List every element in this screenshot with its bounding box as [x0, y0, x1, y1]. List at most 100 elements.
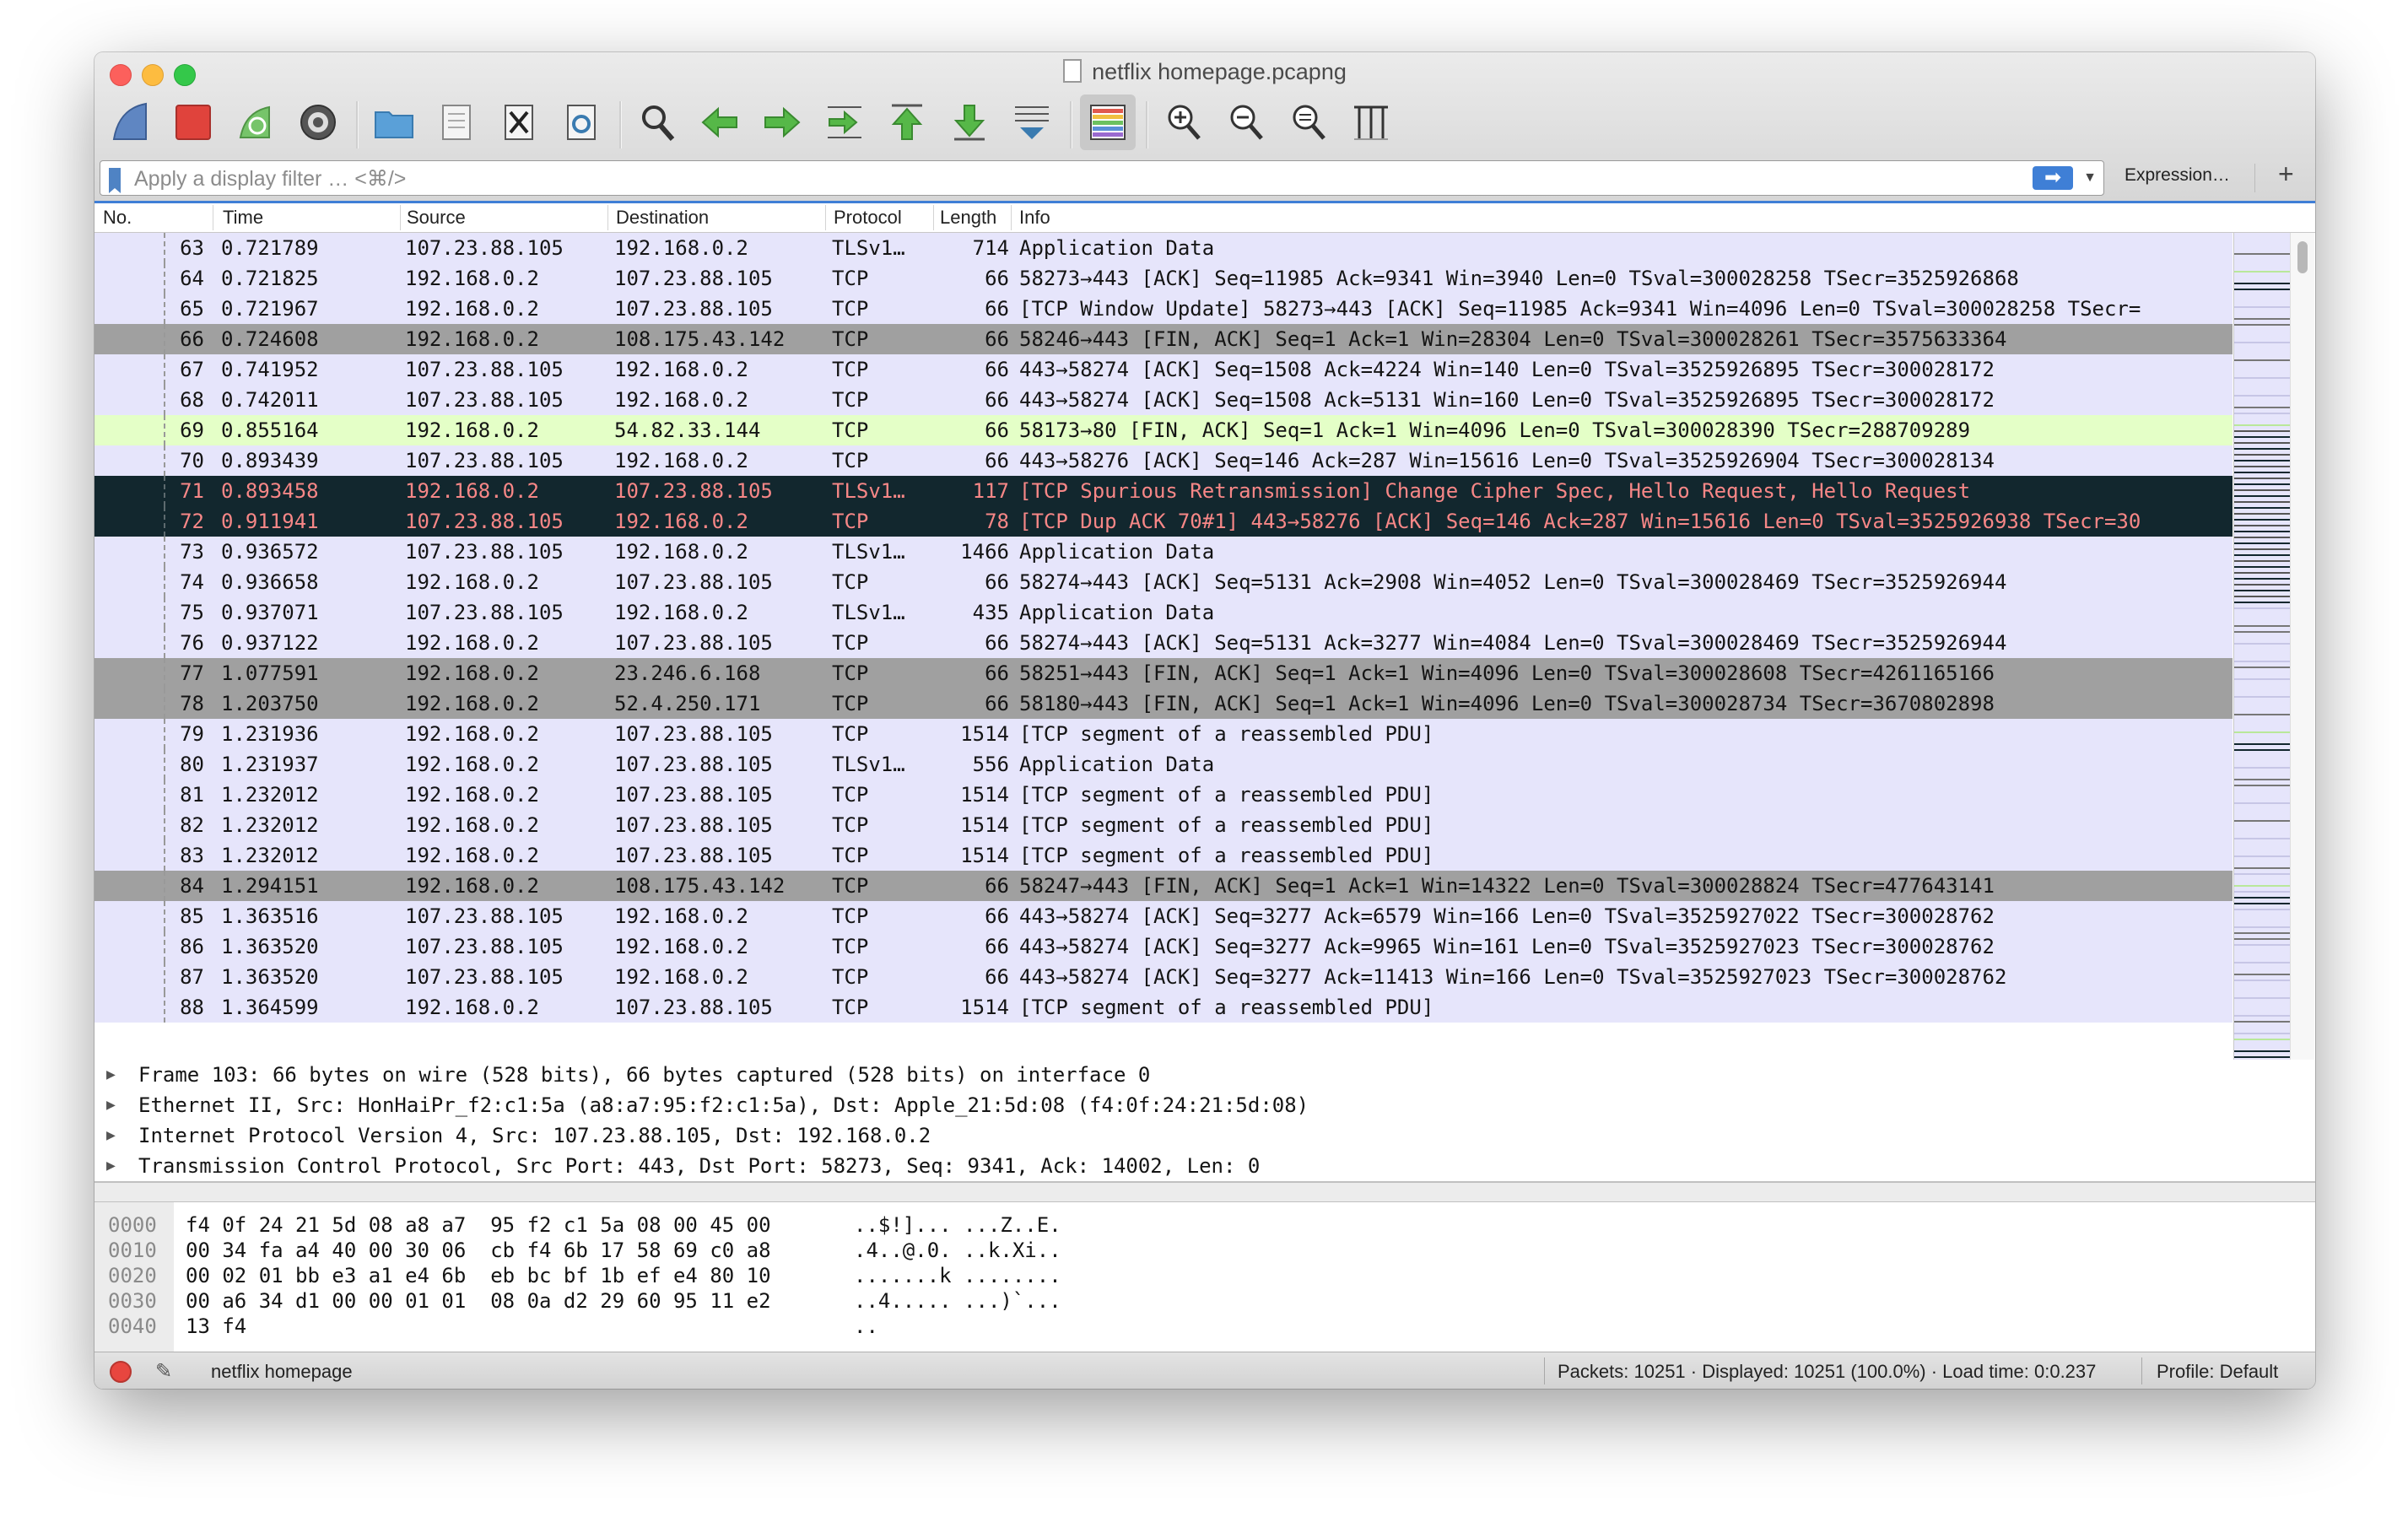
expand-arrow-icon[interactable]: ▶	[106, 1060, 116, 1090]
zoom-out-icon[interactable]	[1218, 94, 1274, 150]
packet-row[interactable]: 74 0.936658 192.168.0.2 107.23.88.105 TCP 66 5…	[94, 567, 2233, 597]
detail-tree-item[interactable]: ▶ Frame 103: 66 bytes on wire (528 bits),…	[94, 1060, 2315, 1090]
packet-minimap[interactable]	[2233, 233, 2290, 1060]
column-header-info[interactable]: Info	[1019, 207, 1050, 229]
packet-info: Application Data	[1019, 540, 1215, 564]
find-packet-icon[interactable]	[629, 94, 685, 150]
packet-row[interactable]: 88 1.364599 192.168.0.2 107.23.88.105 TCP 151…	[94, 992, 2233, 1023]
bytes-offset[interactable]: 0030	[108, 1288, 157, 1314]
capture-options-icon[interactable]	[290, 94, 346, 150]
packet-row[interactable]: 77 1.077591 192.168.0.2 23.246.6.168 TCP 66 58…	[94, 658, 2233, 688]
packet-len: 66	[985, 570, 1009, 594]
expand-arrow-icon[interactable]: ▶	[106, 1090, 116, 1120]
packet-row[interactable]: 80 1.231937 192.168.0.2 107.23.88.105 TLSv1……	[94, 749, 2233, 780]
packet-row[interactable]: 63 0.721789 107.23.88.105 192.168.0.2 TLSv1……	[94, 233, 2233, 263]
packet-row[interactable]: 86 1.363520 107.23.88.105 192.168.0.2 TCP 66 4…	[94, 931, 2233, 962]
column-header-time[interactable]: Time	[223, 207, 263, 229]
packet-proto: TCP	[832, 418, 869, 442]
packet-row[interactable]: 84 1.294151 192.168.0.2 108.175.43.142 TCP 66…	[94, 871, 2233, 901]
packet-no: 72	[180, 510, 204, 533]
bytes-offset[interactable]: 0040	[108, 1314, 157, 1339]
expand-arrow-icon[interactable]: ▶	[106, 1120, 116, 1151]
packet-row[interactable]: 70 0.893439 107.23.88.105 192.168.0.2 TCP 66 4…	[94, 445, 2233, 476]
go-first-icon[interactable]	[879, 94, 935, 150]
restart-capture-icon[interactable]	[228, 94, 283, 150]
scrollbar-thumb[interactable]	[2297, 241, 2308, 273]
apply-filter-button[interactable]: ➡	[2033, 166, 2073, 190]
bytes-offset[interactable]: 0020	[108, 1263, 157, 1288]
start-capture-icon[interactable]	[103, 94, 159, 150]
go-forward-icon[interactable]	[754, 94, 810, 150]
bookmark-icon[interactable]	[109, 168, 121, 193]
go-last-icon[interactable]	[942, 94, 997, 150]
bytes-hex[interactable]: 00 a6 34 d1 00 00 01 01 08 0a d2 29 60 9…	[186, 1288, 771, 1314]
packet-row[interactable]: 87 1.363520 107.23.88.105 192.168.0.2 TCP 66 4…	[94, 962, 2233, 992]
packet-row[interactable]: 66 0.724608 192.168.0.2 108.175.43.142 TCP 66…	[94, 324, 2233, 354]
packet-list: No. Time Source Destination Protocol Len…	[94, 201, 2315, 1062]
zoom-in-icon[interactable]	[1156, 94, 1212, 150]
bytes-hex[interactable]: 00 34 fa a4 40 00 30 06 cb f4 6b 17 58 6…	[186, 1238, 771, 1263]
bytes-offset[interactable]: 0000	[108, 1212, 157, 1238]
bytes-ascii[interactable]: ..	[854, 1314, 878, 1339]
bytes-ascii[interactable]: ..$!]... ...Z..E.	[854, 1212, 1061, 1238]
packet-src: 192.168.0.2	[405, 753, 539, 776]
go-to-packet-icon[interactable]	[817, 94, 872, 150]
open-file-icon[interactable]	[366, 94, 422, 150]
go-back-icon[interactable]	[692, 94, 748, 150]
bytes-ascii[interactable]: .4..@.0. ..k.Xi..	[854, 1238, 1061, 1263]
packet-row[interactable]: 85 1.363516 107.23.88.105 192.168.0.2 TCP 66 4…	[94, 901, 2233, 931]
packet-row[interactable]: 67 0.741952 107.23.88.105 192.168.0.2 TCP 66 4…	[94, 354, 2233, 385]
packet-row[interactable]: 78 1.203750 192.168.0.2 52.4.250.171 TCP 66 58…	[94, 688, 2233, 719]
packet-src: 192.168.0.2	[405, 813, 539, 837]
packet-row[interactable]: 69 0.855164 192.168.0.2 54.82.33.144 TCP 66 58…	[94, 415, 2233, 445]
status-profile[interactable]: Profile: Default	[2157, 1361, 2278, 1383]
packet-src: 192.168.0.2	[405, 722, 539, 746]
expression-button[interactable]: Expression…	[2125, 165, 2230, 186]
packet-row[interactable]: 75 0.937071 107.23.88.105 192.168.0.2 TLSv1……	[94, 597, 2233, 628]
packet-row[interactable]: 65 0.721967 192.168.0.2 107.23.88.105 TCP 66 […	[94, 294, 2233, 324]
detail-tree-item[interactable]: ▶ Transmission Control Protocol, Src Port…	[94, 1151, 2315, 1181]
bytes-offset[interactable]: 0010	[108, 1238, 157, 1263]
packet-src: 107.23.88.105	[405, 449, 564, 472]
expand-arrow-icon[interactable]: ▶	[106, 1151, 116, 1181]
packet-row[interactable]: 72 0.911941 107.23.88.105 192.168.0.2 TCP 78 […	[94, 506, 2233, 537]
bytes-hex[interactable]: f4 0f 24 21 5d 08 a8 a7 95 f2 c1 5a 08 0…	[186, 1212, 771, 1238]
expert-info-icon[interactable]	[110, 1361, 132, 1383]
packet-row[interactable]: 83 1.232012 192.168.0.2 107.23.88.105 TCP 151…	[94, 840, 2233, 871]
reload-file-icon[interactable]	[553, 94, 609, 150]
autoscroll-icon[interactable]	[1004, 94, 1060, 150]
column-header-length[interactable]: Length	[940, 207, 996, 229]
packet-len: 66	[985, 874, 1009, 898]
packet-proto: TCP	[832, 570, 869, 594]
packet-row[interactable]: 81 1.232012 192.168.0.2 107.23.88.105 TCP 151…	[94, 780, 2233, 810]
packet-row[interactable]: 82 1.232012 192.168.0.2 107.23.88.105 TCP 151…	[94, 810, 2233, 840]
display-filter-input[interactable]: Apply a display filter … <⌘/> ➡ ▼	[100, 160, 2104, 196]
column-header-destination[interactable]: Destination	[616, 207, 709, 229]
packet-row[interactable]: 73 0.936572 107.23.88.105 192.168.0.2 TLSv1……	[94, 537, 2233, 567]
packet-row[interactable]: 64 0.721825 192.168.0.2 107.23.88.105 TCP 66 5…	[94, 263, 2233, 294]
packet-row[interactable]: 71 0.893458 192.168.0.2 107.23.88.105 TLSv1……	[94, 476, 2233, 506]
detail-tree-item[interactable]: ▶ Ethernet II, Src: HonHaiPr_f2:c1:5a (a8…	[94, 1090, 2315, 1120]
packet-row[interactable]: 76 0.937122 192.168.0.2 107.23.88.105 TCP 66 5…	[94, 628, 2233, 658]
add-filter-button[interactable]: +	[2278, 159, 2294, 190]
colorize-icon[interactable]	[1080, 94, 1136, 150]
detail-tree-item[interactable]: ▶ Internet Protocol Version 4, Src: 107.2…	[94, 1120, 2315, 1151]
packet-row[interactable]: 79 1.231936 192.168.0.2 107.23.88.105 TCP 151…	[94, 719, 2233, 749]
normal-size-icon[interactable]	[1281, 94, 1336, 150]
filter-history-dropdown[interactable]: ▼	[2083, 166, 2097, 190]
column-header-source[interactable]: Source	[407, 207, 466, 229]
bytes-hex[interactable]: 00 02 01 bb e3 a1 e4 6b eb bc bf 1b ef e…	[186, 1263, 771, 1288]
bytes-ascii[interactable]: ..4..... ...)`...	[854, 1288, 1061, 1314]
packet-row[interactable]: 68 0.742011 107.23.88.105 192.168.0.2 TCP 66 4…	[94, 385, 2233, 415]
close-file-icon[interactable]	[491, 94, 547, 150]
column-header-no[interactable]: No.	[103, 207, 132, 229]
resize-columns-icon[interactable]	[1343, 94, 1399, 150]
recent-file-icon[interactable]	[429, 94, 484, 150]
bytes-ascii[interactable]: .......k ........	[854, 1263, 1061, 1288]
bytes-hex[interactable]: 13 f4	[186, 1314, 246, 1339]
stop-capture-icon[interactable]	[165, 94, 221, 150]
column-header-protocol[interactable]: Protocol	[834, 207, 902, 229]
minimap-line	[2234, 643, 2290, 645]
edit-comment-icon[interactable]: ✎	[155, 1359, 172, 1384]
packet-list-scrollbar[interactable]	[2290, 233, 2314, 1060]
